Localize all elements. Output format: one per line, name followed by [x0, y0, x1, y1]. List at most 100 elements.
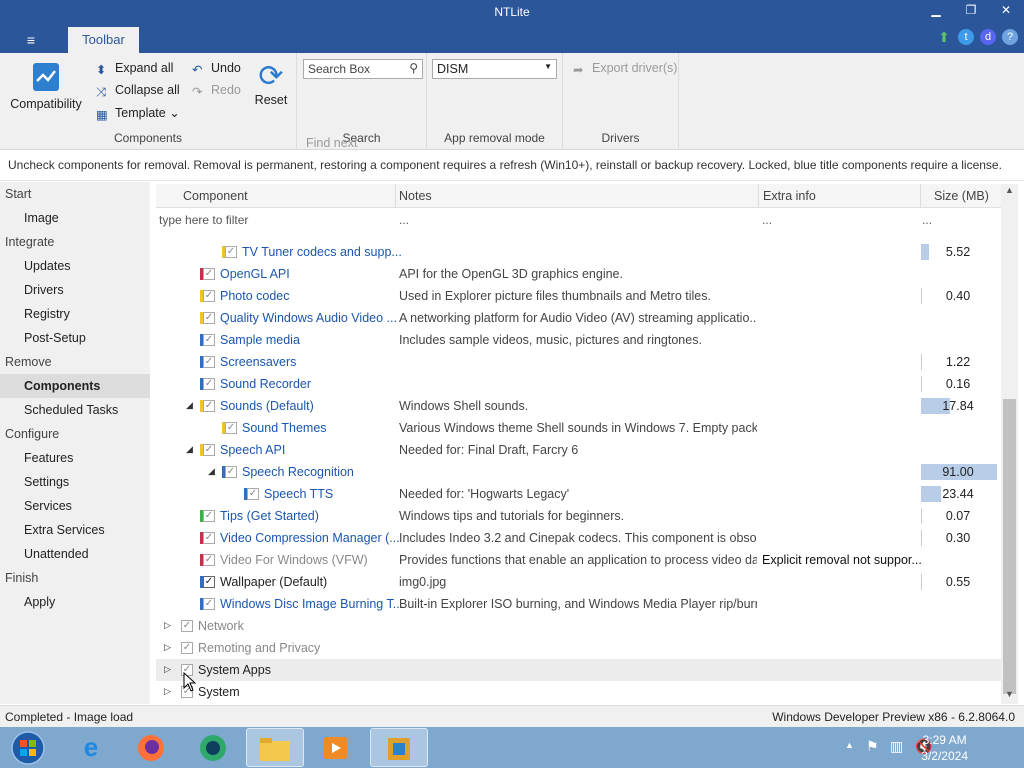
search-icon[interactable]: ⚲: [409, 61, 418, 75]
checkbox[interactable]: ✓: [225, 466, 237, 478]
scroll-up-icon[interactable]: ▲: [1001, 185, 1018, 199]
find-next-button[interactable]: Find next: [306, 136, 357, 150]
compatibility-button[interactable]: Compatibility: [10, 61, 82, 111]
checkbox[interactable]: ✓: [203, 444, 215, 456]
table-row[interactable]: ✓ Photo codec Used in Explorer picture f…: [156, 285, 1001, 307]
update-arrow-icon[interactable]: ⬆: [936, 29, 952, 45]
column-notes[interactable]: Notes: [399, 189, 432, 203]
collapse-all-button[interactable]: ⤨ Collapse all: [96, 83, 180, 99]
checkbox[interactable]: ✓: [181, 642, 193, 654]
file-explorer-icon[interactable]: [246, 728, 304, 767]
table-row[interactable]: ◢ ✓ Speech API Needed for: Final Draft, …: [156, 439, 1001, 461]
column-size[interactable]: Size (MB): [934, 189, 989, 203]
media-player-icon[interactable]: [306, 728, 364, 767]
app-icon-green[interactable]: [184, 728, 242, 767]
checkbox[interactable]: ✓: [203, 268, 215, 280]
nav-item-scheduled-tasks[interactable]: Scheduled Tasks: [0, 398, 150, 422]
column-component[interactable]: Component: [183, 189, 248, 203]
checkbox[interactable]: ✓: [225, 246, 237, 258]
nav-item-post-setup[interactable]: Post-Setup: [0, 326, 150, 350]
scroll-down-icon[interactable]: ▼: [1001, 689, 1018, 703]
tray-overflow-icon[interactable]: ▲: [845, 740, 854, 750]
restore-icon[interactable]: ❐: [956, 3, 986, 21]
nav-item-extra-services[interactable]: Extra Services: [0, 518, 150, 542]
nav-item-updates[interactable]: Updates: [0, 254, 150, 278]
flag-icon[interactable]: ⚑: [866, 738, 879, 755]
nav-item-image[interactable]: Image: [0, 206, 150, 230]
table-row[interactable]: ✓ Sound Themes Various Windows theme She…: [156, 417, 1001, 439]
table-row[interactable]: ▷ ✓ Network: [156, 615, 1001, 637]
nav-item-apply[interactable]: Apply: [0, 590, 150, 614]
checkbox[interactable]: ✓: [203, 510, 215, 522]
expand-triangle-icon[interactable]: ▷: [164, 686, 171, 697]
network-icon[interactable]: ▥: [890, 738, 903, 755]
table-row[interactable]: ✓ Video Compression Manager (... Include…: [156, 527, 1001, 549]
checkbox[interactable]: ✓: [203, 290, 215, 302]
table-row[interactable]: ✓ Tips (Get Started) Windows tips and tu…: [156, 505, 1001, 527]
close-icon[interactable]: ✕: [991, 3, 1021, 21]
table-row[interactable]: ✓ OpenGL API API for the OpenGL 3D graph…: [156, 263, 1001, 285]
clock[interactable]: 3:29 AM 3/2/2024: [921, 732, 968, 764]
table-row[interactable]: ✓ Sound Recorder 0.16: [156, 373, 1001, 395]
table-row[interactable]: ✓ Quality Windows Audio Video ... A netw…: [156, 307, 1001, 329]
filter-notes[interactable]: ...: [399, 213, 409, 227]
ntlite-taskbar-icon[interactable]: [370, 728, 428, 767]
nav-item-registry[interactable]: Registry: [0, 302, 150, 326]
expand-triangle-icon[interactable]: ▷: [164, 642, 171, 653]
checkbox[interactable]: ✓: [203, 598, 215, 610]
nav-item-unattended[interactable]: Unattended: [0, 542, 150, 566]
table-row[interactable]: ✓ Speech TTS Needed for: 'Hogwarts Legac…: [156, 483, 1001, 505]
undo-button[interactable]: ↶ Undo: [192, 61, 241, 77]
reset-button[interactable]: ⟳ Reset: [254, 61, 288, 108]
nav-item-drivers[interactable]: Drivers: [0, 278, 150, 302]
help-icon[interactable]: ?: [1002, 29, 1018, 45]
template-button[interactable]: ▦ Template ⌄: [96, 105, 180, 122]
table-row[interactable]: ◢ ✓ Speech Recognition 91.00: [156, 461, 1001, 483]
checkbox[interactable]: ✓: [203, 334, 215, 346]
checkbox[interactable]: ✓: [203, 400, 215, 412]
expand-triangle-icon[interactable]: ▷: [164, 620, 171, 631]
collapse-triangle-icon[interactable]: ◢: [186, 444, 193, 455]
expand-all-button[interactable]: ⬍ Expand all: [96, 61, 173, 77]
column-extra-info[interactable]: Extra info: [763, 189, 816, 203]
internet-explorer-icon[interactable]: e: [62, 728, 120, 767]
nav-item-services[interactable]: Services: [0, 494, 150, 518]
table-row[interactable]: ▷ ✓ System: [156, 681, 1001, 703]
table-row[interactable]: ▷ ✓ System Apps: [156, 659, 1001, 681]
firefox-icon[interactable]: [122, 728, 180, 767]
filter-extra[interactable]: ...: [762, 213, 772, 227]
checkbox[interactable]: ✓: [203, 378, 215, 390]
table-row[interactable]: ✓ Screensavers 1.22: [156, 351, 1001, 373]
checkbox[interactable]: ✓: [203, 532, 215, 544]
vertical-scrollbar[interactable]: ▲ ▼: [1001, 184, 1018, 704]
expand-triangle-icon[interactable]: ▷: [164, 664, 171, 675]
removal-mode-select[interactable]: DISM ▼: [432, 59, 557, 79]
checkbox[interactable]: ✓: [203, 576, 215, 588]
start-button[interactable]: [0, 728, 56, 767]
collapse-triangle-icon[interactable]: ◢: [186, 400, 193, 411]
checkbox[interactable]: ✓: [203, 554, 215, 566]
nav-item-features[interactable]: Features: [0, 446, 150, 470]
minimize-icon[interactable]: ▁: [921, 3, 951, 21]
checkbox[interactable]: ✓: [203, 312, 215, 324]
table-row[interactable]: ◢ ✓ Sounds (Default) Windows Shell sound…: [156, 395, 1001, 417]
nav-item-components[interactable]: Components: [0, 374, 150, 398]
checkbox[interactable]: ✓: [181, 620, 193, 632]
table-row[interactable]: ✓ Windows Disc Image Burning T... Built-…: [156, 593, 1001, 615]
search-input[interactable]: Search Box ⚲: [303, 59, 423, 79]
filter-size[interactable]: ...: [922, 213, 932, 227]
filter-input[interactable]: type here to filter: [159, 213, 248, 227]
filter-row[interactable]: type here to filter ... ... ...: [156, 208, 1001, 230]
table-row[interactable]: ▷ ✓ Remoting and Privacy: [156, 637, 1001, 659]
discord-icon[interactable]: d: [980, 29, 996, 45]
export-drivers-button[interactable]: ➦ Export driver(s): [573, 61, 677, 77]
table-row[interactable]: ✓ Sample media Includes sample videos, m…: [156, 329, 1001, 351]
checkbox[interactable]: ✓: [203, 356, 215, 368]
table-row[interactable]: ✓ Wallpaper (Default) img0.jpg 0.55: [156, 571, 1001, 593]
twitter-icon[interactable]: t: [958, 29, 974, 45]
table-row[interactable]: ✓ Video For Windows (VFW) Provides funct…: [156, 549, 1001, 571]
checkbox[interactable]: ✓: [247, 488, 259, 500]
checkbox[interactable]: ✓: [225, 422, 237, 434]
hamburger-icon[interactable]: ≡: [20, 32, 42, 48]
table-row[interactable]: ✓ TV Tuner codecs and supp... 5.52: [156, 241, 1001, 263]
